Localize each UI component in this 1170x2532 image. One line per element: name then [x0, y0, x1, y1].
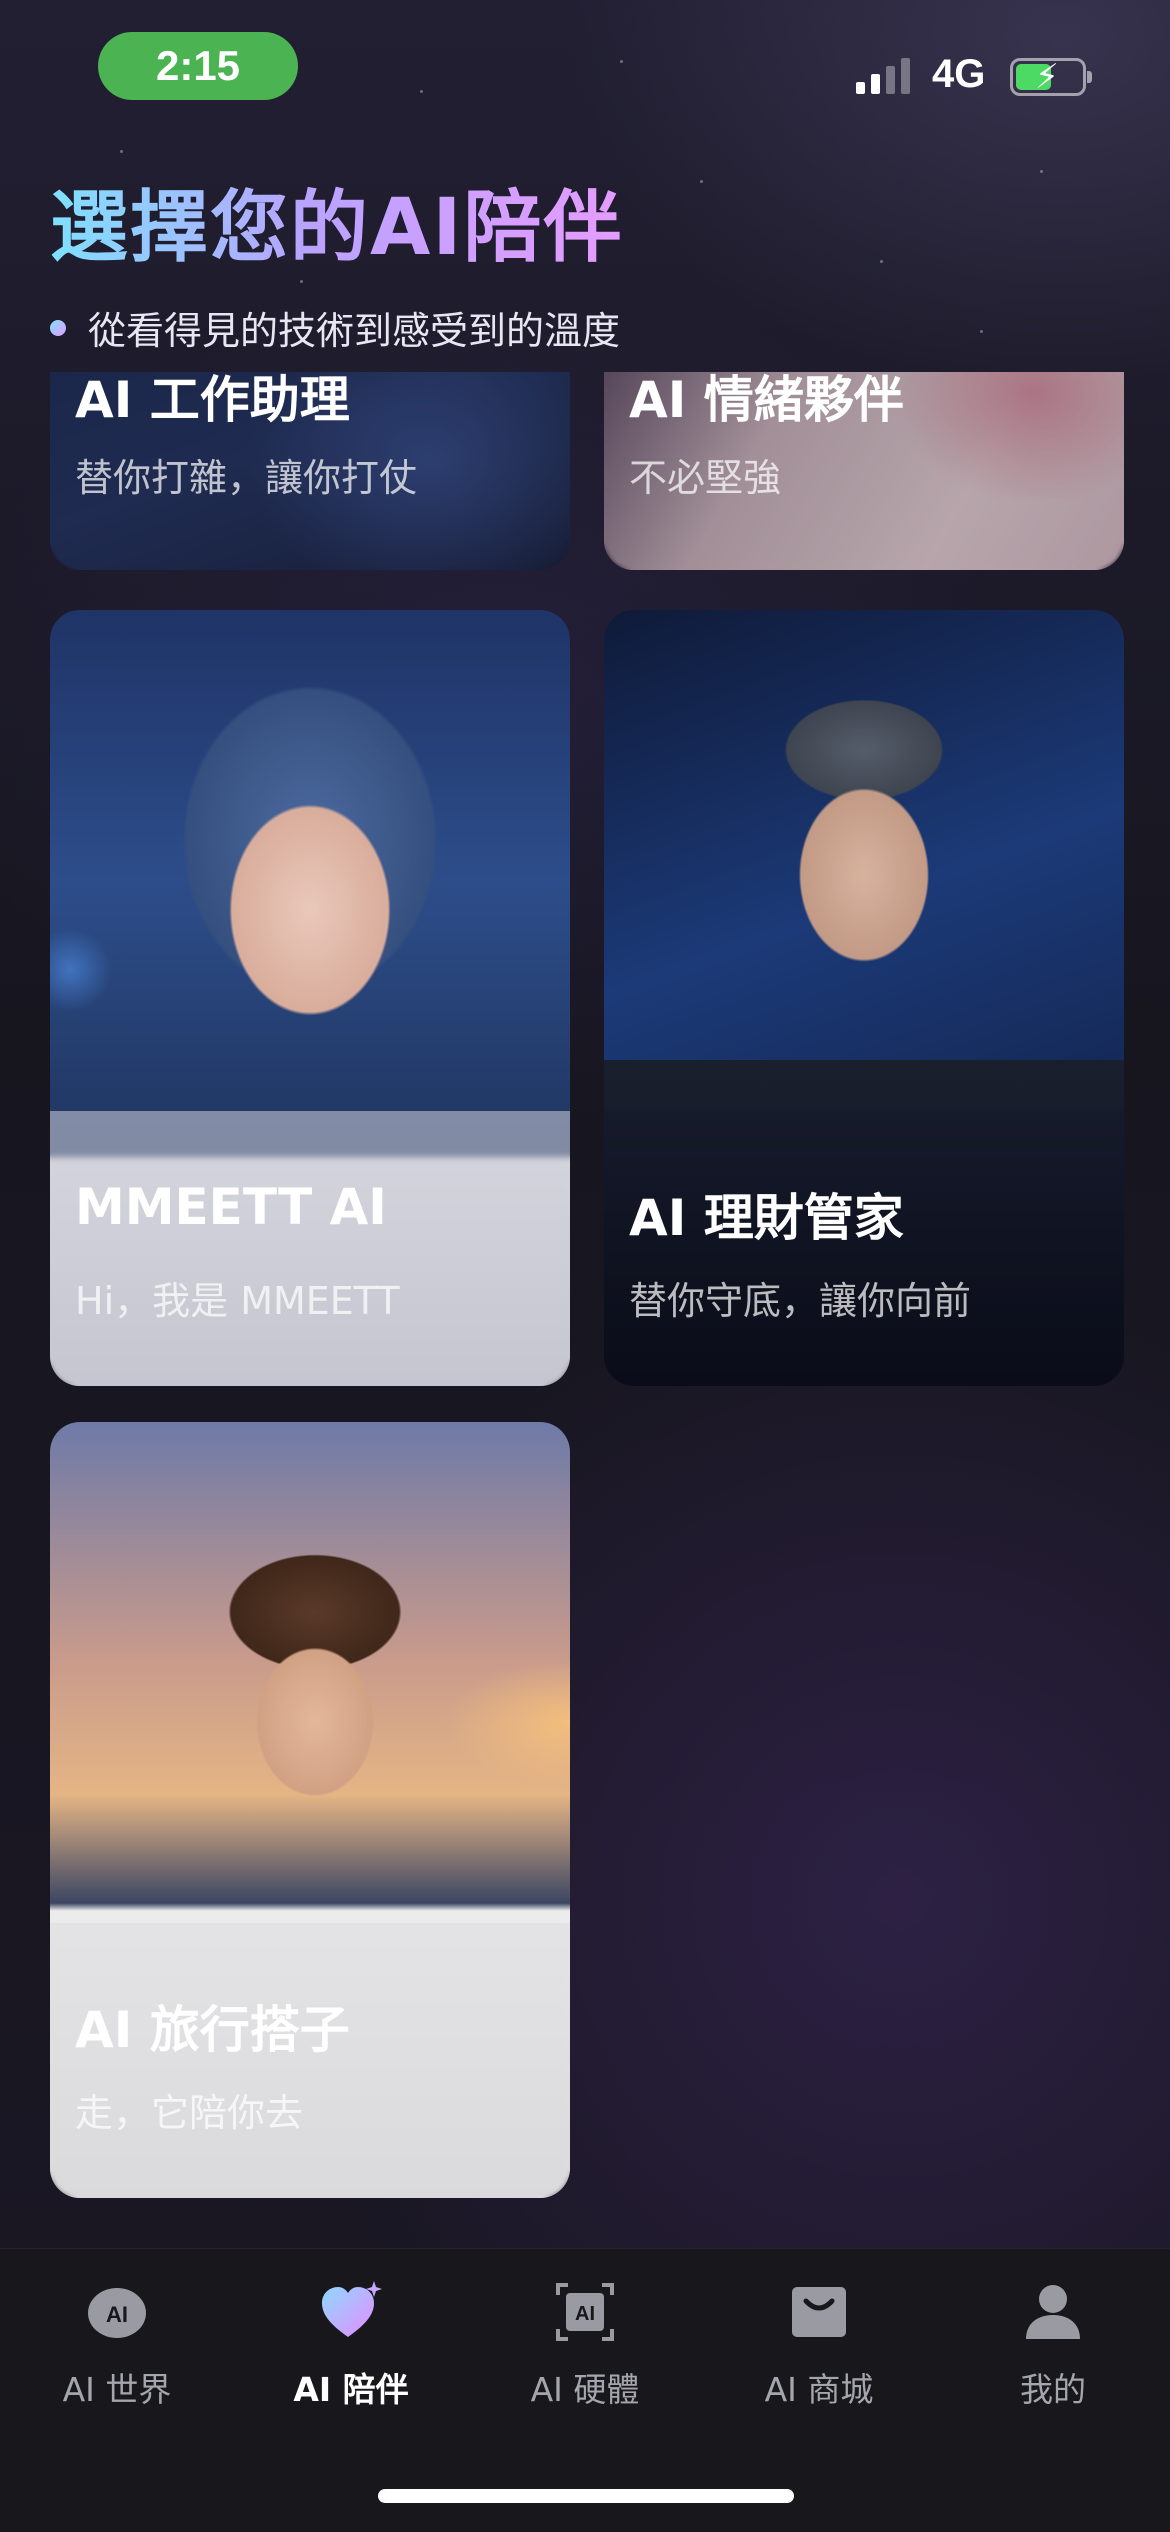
card-description: 替你守底，讓你向前: [629, 1279, 972, 1323]
companion-card-travel-buddy[interactable]: AI 旅行搭子 走，它陪你去: [50, 1422, 570, 2198]
ai-companion-heart-icon: [318, 2279, 384, 2345]
tab-label: AI 硬體: [530, 2370, 640, 2409]
battery-charging-icon: ⚡: [1010, 57, 1092, 97]
companion-card-emotional-partner[interactable]: AI 情緒夥伴 不必堅強: [604, 372, 1124, 570]
bullet-dot-icon: [50, 319, 66, 336]
card-description: 替你打雜，讓你打仗: [75, 456, 418, 500]
card-name: AI 旅行搭子: [75, 2001, 350, 2059]
tab-label: AI 陪伴: [293, 2370, 409, 2409]
home-indicator[interactable]: [378, 2489, 794, 2503]
tab-ai-store[interactable]: AI 商城: [702, 2279, 936, 2429]
status-time: 2:15: [98, 32, 298, 100]
ai-world-icon: AI: [84, 2279, 150, 2345]
tab-ai-hardware[interactable]: AI AI 硬體: [468, 2279, 702, 2429]
page-subtitle: 從看得見的技術到感受到的溫度: [50, 300, 620, 355]
shopping-bag-icon: [786, 2279, 852, 2345]
tab-ai-world[interactable]: AI AI 世界: [0, 2279, 234, 2429]
companion-card-mmeett[interactable]: MMEETT AI Hi，我是 MMEETT: [50, 610, 570, 1386]
card-name: AI 情緒夥伴: [629, 372, 904, 429]
svg-text:AI: AI: [575, 2303, 595, 2325]
network-type: 4G: [932, 52, 986, 96]
companion-card-work-assistant[interactable]: AI 工作助理 替你打雜，讓你打仗: [50, 372, 570, 570]
tab-label: 我的: [1020, 2370, 1086, 2409]
companion-card-finance-butler[interactable]: AI 理財管家 替你守底，讓你向前: [604, 610, 1124, 1386]
tab-label: AI 世界: [62, 2370, 172, 2409]
card-name: MMEETT AI: [75, 1178, 387, 1236]
companion-grid[interactable]: AI 工作助理 替你打雜，讓你打仗 AI 情緒夥伴 不必堅強 MMEETT AI…: [0, 372, 1170, 2242]
tab-ai-companion[interactable]: AI 陪伴: [234, 2279, 468, 2429]
profile-icon: [1020, 2279, 1086, 2345]
cellular-signal-icon: [856, 58, 910, 94]
card-description: Hi，我是 MMEETT: [75, 1279, 400, 1323]
subtitle-text: 從看得見的技術到感受到的溫度: [88, 309, 621, 353]
card-name: AI 工作助理: [75, 372, 350, 429]
card-description: 不必堅強: [629, 456, 782, 500]
page-title: 選擇您的AI陪伴: [50, 165, 623, 277]
card-name: AI 理財管家: [629, 1189, 904, 1247]
svg-text:AI: AI: [106, 2302, 128, 2327]
ai-hardware-icon: AI: [552, 2279, 618, 2345]
card-description: 走，它陪你去: [75, 2091, 304, 2135]
tab-label: AI 商城: [764, 2370, 874, 2409]
tab-profile[interactable]: 我的: [936, 2279, 1170, 2429]
